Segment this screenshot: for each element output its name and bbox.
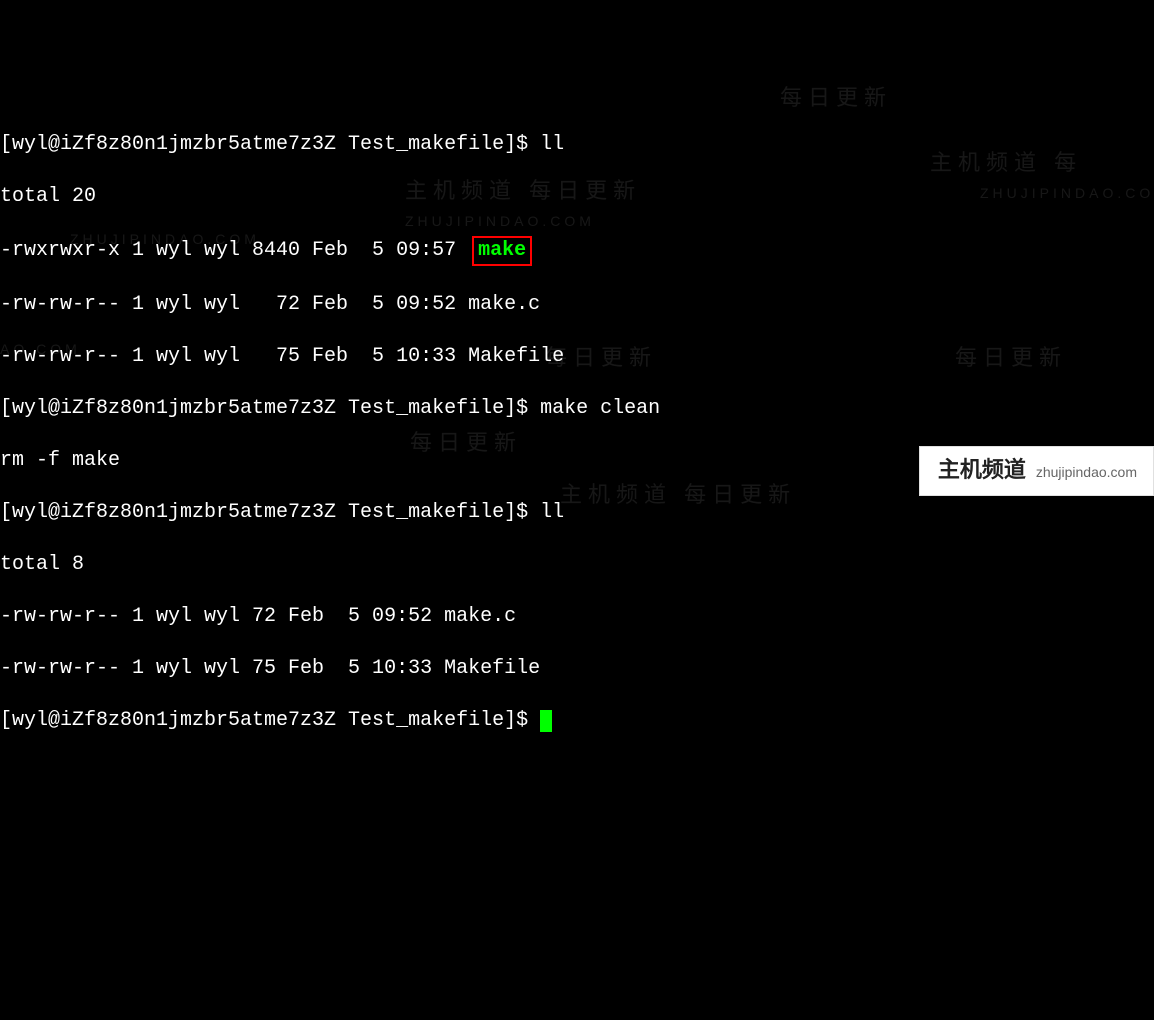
prompt: [wyl@iZf8z80n1jmzbr5atme7z3Z Test_makefi… xyxy=(0,133,540,156)
command: ll xyxy=(540,501,564,524)
terminal-line: -rw-rw-r-- 1 wyl wyl 75 Feb 5 10:33 Make… xyxy=(0,656,1154,682)
terminal-line: -rwxrwxr-x 1 wyl wyl 8440 Feb 5 09:57 ma… xyxy=(0,236,1154,266)
prompt: [wyl@iZf8z80n1jmzbr5atme7z3Z Test_makefi… xyxy=(0,397,540,420)
terminal-line: [wyl@iZf8z80n1jmzbr5atme7z3Z Test_makefi… xyxy=(0,500,1154,526)
terminal-line: total 8 xyxy=(0,552,1154,578)
prompt: [wyl@iZf8z80n1jmzbr5atme7z3Z Test_makefi… xyxy=(0,709,540,732)
badge-brand-url: zhujipindao.com xyxy=(1036,459,1137,485)
terminal-output: [wyl@iZf8z80n1jmzbr5atme7z3Z Test_makefi… xyxy=(0,106,1154,760)
terminal-line: -rw-rw-r-- 1 wyl wyl 72 Feb 5 09:52 make… xyxy=(0,604,1154,630)
prompt: [wyl@iZf8z80n1jmzbr5atme7z3Z Test_makefi… xyxy=(0,501,540,524)
command: ll xyxy=(540,133,564,156)
cursor-icon xyxy=(540,710,552,732)
terminal-line: [wyl@iZf8z80n1jmzbr5atme7z3Z Test_makefi… xyxy=(0,708,1154,734)
terminal-line: total 20 xyxy=(0,184,1154,210)
source-badge: 主机频道 zhujipindao.com xyxy=(919,446,1154,496)
executable-file: make xyxy=(478,239,526,262)
badge-brand-cn: 主机频道 xyxy=(938,457,1026,483)
highlight-box: make xyxy=(472,236,532,266)
command: make clean xyxy=(540,397,660,420)
ls-row-prefix: -rwxrwxr-x 1 wyl wyl 8440 Feb 5 09:57 xyxy=(0,239,468,262)
terminal-line: [wyl@iZf8z80n1jmzbr5atme7z3Z Test_makefi… xyxy=(0,396,1154,422)
terminal-line: -rw-rw-r-- 1 wyl wyl 72 Feb 5 09:52 make… xyxy=(0,292,1154,318)
terminal-line: -rw-rw-r-- 1 wyl wyl 75 Feb 5 10:33 Make… xyxy=(0,344,1154,370)
terminal-line: [wyl@iZf8z80n1jmzbr5atme7z3Z Test_makefi… xyxy=(0,132,1154,158)
